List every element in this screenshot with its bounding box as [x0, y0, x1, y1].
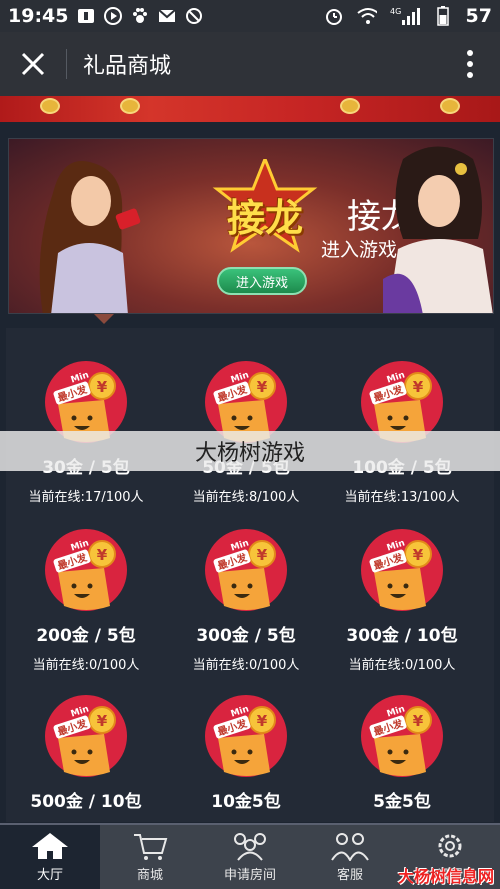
coin-decoration — [40, 98, 60, 114]
signal-icon: 4G — [390, 6, 420, 26]
site-watermark: 大杨树信息网 — [397, 867, 494, 886]
min-send-badge-icon: ¥最小发Min — [205, 695, 287, 777]
currency-symbol: ¥ — [413, 378, 424, 396]
room-grid: ¥最小发Min30金 / 5包当前在线:17/100人¥最小发Min50金 / … — [6, 328, 494, 822]
support-icon — [331, 833, 369, 861]
nav-item-apply-room[interactable]: 申请房间 — [200, 825, 300, 889]
wifi-icon — [356, 6, 377, 26]
banner-pointer — [94, 314, 114, 324]
group-icon — [234, 833, 266, 861]
room-name: 300金 / 5包 — [196, 626, 296, 646]
min-send-badge-icon: ¥最小发Min — [361, 529, 443, 611]
home-icon — [32, 833, 68, 859]
enter-game-button[interactable]: 进入游戏 — [217, 267, 307, 295]
battery-level: 57 — [465, 5, 492, 27]
room-card[interactable]: ¥ 最小发 Min 10金5包 — [166, 662, 326, 822]
room-name: 500金 / 10包 — [30, 792, 142, 812]
coin-decoration — [120, 98, 140, 114]
message-icon — [76, 6, 96, 26]
battery-icon — [433, 6, 453, 26]
room-name: 10金5包 — [211, 792, 281, 812]
nav-label: 客服 — [336, 868, 363, 883]
room-name: 5金5包 — [373, 792, 431, 812]
block-icon — [184, 6, 204, 26]
status-bar: 19:45 4G 57 — [0, 0, 500, 32]
top-decoration-strip — [0, 96, 500, 122]
game-banner[interactable]: 接龙 进入游戏 接龙 进入游戏 — [8, 138, 494, 314]
cart-icon — [134, 834, 168, 860]
room-name: 300金 / 10包 — [346, 626, 458, 646]
title-bar: 礼品商城 — [0, 32, 500, 96]
hostess-left-image — [39, 161, 141, 313]
currency-symbol: ¥ — [257, 546, 268, 564]
min-send-badge-icon: ¥最小发Min — [361, 695, 443, 777]
room-card[interactable]: ¥ 最小发 Min 200金 / 5包 当前在线:0/100人 — [6, 496, 166, 673]
title-divider — [66, 49, 67, 79]
min-send-badge-icon: ¥最小发Min — [205, 529, 287, 611]
alarm-icon — [324, 6, 344, 26]
nav-item-store[interactable]: 商城 — [100, 825, 200, 889]
currency-symbol: ¥ — [257, 712, 268, 730]
logo-text: 接龙 — [226, 196, 303, 240]
status-time: 19:45 — [8, 5, 69, 27]
room-card[interactable]: ¥ 最小发 Min 300金 / 5包 当前在线:0/100人 — [166, 496, 326, 673]
coin-decoration — [340, 98, 360, 114]
currency-symbol: ¥ — [97, 712, 108, 730]
close-button[interactable] — [0, 32, 66, 96]
more-icon — [467, 50, 473, 78]
mail-icon — [157, 6, 177, 26]
room-card[interactable]: ¥ 最小发 Min 500金 / 10包 — [6, 662, 166, 822]
more-menu-button[interactable] — [440, 32, 500, 96]
nav-label: 大厅 — [36, 868, 63, 883]
watermark-overlay: 大杨树游戏 — [0, 431, 500, 471]
coin-decoration — [440, 98, 460, 114]
page-title: 礼品商城 — [83, 54, 172, 79]
play-icon — [103, 6, 123, 26]
paw-icon — [130, 6, 150, 26]
close-icon — [21, 52, 45, 76]
currency-symbol: ¥ — [257, 378, 268, 396]
currency-symbol: ¥ — [97, 546, 108, 564]
currency-symbol: ¥ — [413, 546, 424, 564]
network-label: 4G — [390, 7, 401, 16]
nav-item-lobby[interactable]: 大厅 — [0, 825, 100, 889]
nav-label: 申请房间 — [223, 868, 276, 883]
room-name: 200金 / 5包 — [36, 626, 136, 646]
min-send-badge-icon: ¥最小发Min — [45, 695, 127, 777]
currency-symbol: ¥ — [413, 712, 424, 730]
gear-icon — [438, 834, 462, 858]
nav-label: 商城 — [136, 868, 163, 883]
room-card[interactable]: ¥ 最小发 Min 5金5包 — [322, 662, 482, 822]
currency-symbol: ¥ — [97, 378, 108, 396]
min-send-badge-icon: ¥最小发Min — [45, 529, 127, 611]
hostess-right-image — [383, 146, 493, 313]
nav-item-support[interactable]: 客服 — [300, 825, 400, 889]
room-card[interactable]: ¥ 最小发 Min 300金 / 10包 当前在线:0/100人 — [322, 496, 482, 673]
